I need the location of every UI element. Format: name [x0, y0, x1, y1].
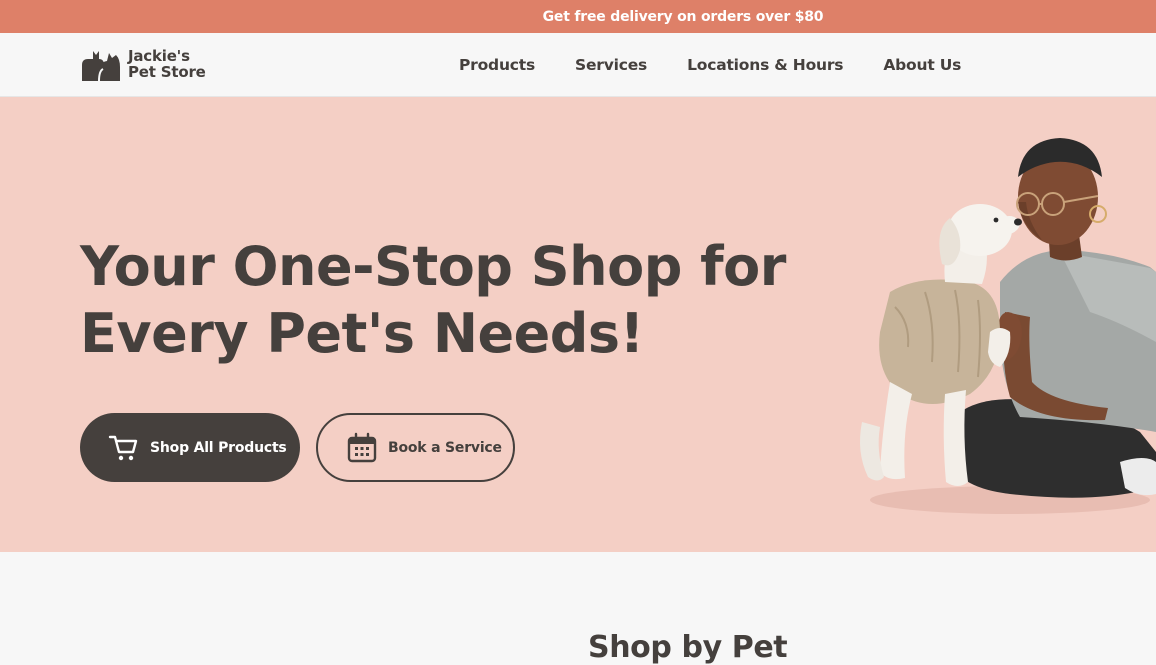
promo-bar: Get free delivery on orders over $80	[0, 0, 1156, 33]
shop-all-products-label: Shop All Products	[150, 439, 287, 456]
cat-dog-logo-icon	[82, 51, 120, 81]
logo-line-2: Pet Store	[128, 63, 206, 81]
hero-section: Your One-Stop Shop for Every Pet's Needs…	[0, 97, 1156, 552]
nav-about-us[interactable]: About Us	[883, 56, 961, 74]
hero-title: Your One-Stop Shop for Every Pet's Needs…	[80, 233, 820, 367]
shop-all-products-button[interactable]: Shop All Products	[80, 413, 300, 482]
main-nav: Products Services Locations & Hours Abou…	[459, 33, 961, 96]
promo-text: Get free delivery on orders over $80	[542, 8, 824, 25]
nav-services[interactable]: Services	[575, 56, 647, 74]
book-a-service-button[interactable]: Book a Service	[316, 413, 515, 482]
hero-title-line-1: Your One-Stop Shop for	[80, 235, 786, 298]
shop-by-pet-title: Shop by Pet	[588, 630, 788, 665]
nav-products[interactable]: Products	[459, 56, 535, 74]
calendar-icon	[347, 432, 377, 462]
hero-title-line-2: Every Pet's Needs!	[80, 302, 644, 365]
person-with-dog-illustration	[860, 138, 1156, 514]
nav-locations-hours[interactable]: Locations & Hours	[687, 56, 843, 74]
logo-line-1: Jackie's	[128, 47, 190, 65]
site-header: Jackie's Pet Store Products Services Loc…	[0, 33, 1156, 97]
book-a-service-label: Book a Service	[388, 439, 502, 456]
shopping-cart-icon	[108, 435, 138, 460]
logo-link[interactable]: Jackie's Pet Store	[80, 47, 206, 81]
logo-text: Jackie's Pet Store	[128, 48, 206, 80]
